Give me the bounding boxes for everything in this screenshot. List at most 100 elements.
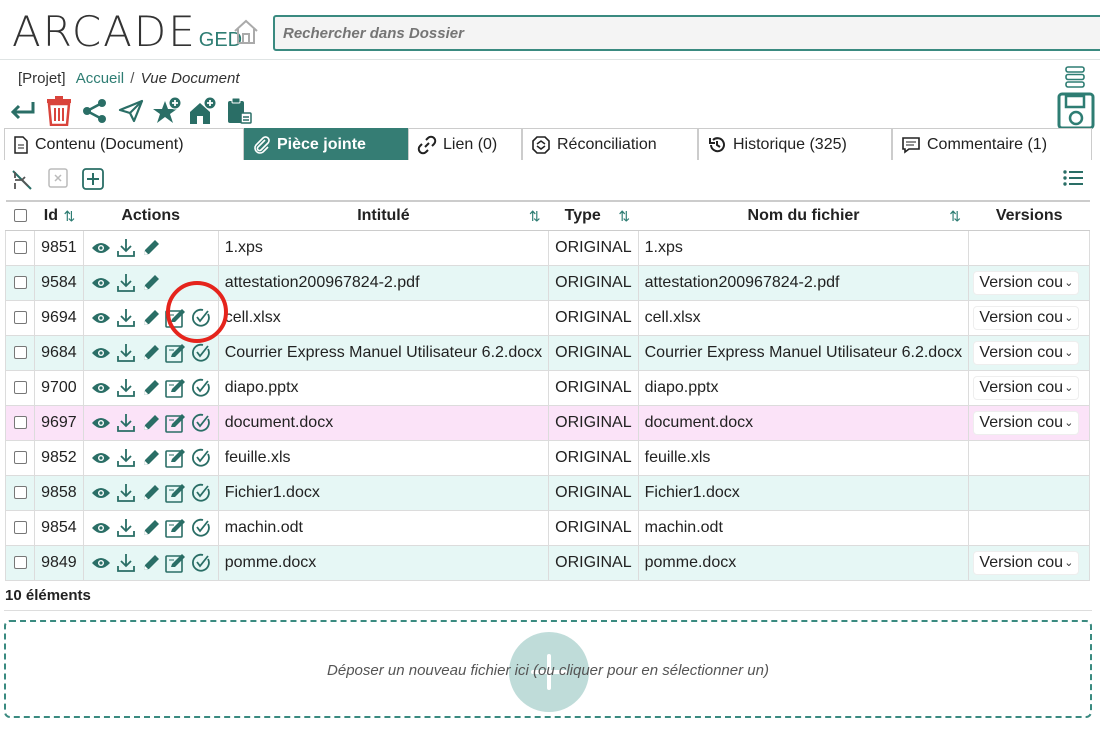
pencil-icon[interactable] <box>140 517 162 539</box>
back-icon[interactable] <box>8 96 38 126</box>
download-icon[interactable] <box>115 377 137 399</box>
pencil-icon[interactable] <box>140 552 162 574</box>
table-row[interactable]: 9851 1.xps ORIGINAL 1.xps <box>4 229 1090 266</box>
row-checkbox[interactable] <box>13 415 27 429</box>
download-icon[interactable] <box>115 237 137 259</box>
view-icon[interactable] <box>90 237 112 259</box>
sort-icon[interactable]: ⇅ <box>63 208 75 225</box>
table-row[interactable]: 9697 document.docx ORIGINAL document.docx Ve… <box>4 404 1090 441</box>
sort-icon[interactable]: ⇅ <box>618 208 630 225</box>
download-icon[interactable] <box>115 307 137 329</box>
tab-reconciliation[interactable]: Réconciliation <box>522 128 698 160</box>
table-row[interactable]: 9700 diapo.pptx ORIGINAL diapo.pptx Version … <box>4 369 1090 406</box>
view-icon[interactable] <box>90 482 112 504</box>
version-select[interactable]: Version cou ⌄ <box>973 270 1080 295</box>
version-select[interactable]: Version cou ⌄ <box>973 340 1080 365</box>
view-icon[interactable] <box>90 307 112 329</box>
add-icon[interactable] <box>82 168 104 190</box>
home-icon[interactable] <box>232 18 260 46</box>
table-row[interactable]: 9854 machin.odt ORIGINAL machin.odt <box>4 509 1090 546</box>
home-add-icon[interactable] <box>188 96 218 126</box>
row-checkbox[interactable] <box>13 520 27 534</box>
pencil-icon[interactable] <box>140 272 162 294</box>
row-checkbox[interactable] <box>13 380 27 394</box>
remove-icon[interactable] <box>48 168 68 188</box>
intitule-column-header[interactable]: Intitulé ⇅ <box>218 200 549 231</box>
edit-document-icon[interactable] <box>164 447 187 469</box>
pencil-icon[interactable] <box>140 377 162 399</box>
pencil-icon[interactable] <box>140 412 162 434</box>
send-icon[interactable] <box>116 96 146 126</box>
validate-icon[interactable] <box>190 447 212 469</box>
filename-column-header[interactable]: Nom du fichier ⇅ <box>638 200 969 231</box>
view-icon[interactable] <box>90 272 112 294</box>
app-logo[interactable]: ARCADE GED <box>12 8 242 54</box>
view-icon[interactable] <box>90 377 112 399</box>
edit-document-icon[interactable] <box>164 517 187 539</box>
version-select[interactable]: Version cou ⌄ <box>973 375 1080 400</box>
star-add-icon[interactable] <box>152 96 182 126</box>
download-icon[interactable] <box>115 447 137 469</box>
pencil-icon[interactable] <box>140 307 162 329</box>
validate-icon[interactable] <box>190 412 212 434</box>
view-icon[interactable] <box>90 517 112 539</box>
sort-icon[interactable]: ⇅ <box>949 208 961 225</box>
menu-list-icon[interactable] <box>1063 66 1087 88</box>
tab-commentaire[interactable]: Commentaire (1) <box>892 128 1092 160</box>
download-icon[interactable] <box>115 552 137 574</box>
download-icon[interactable] <box>115 412 137 434</box>
search-input[interactable] <box>273 15 1100 51</box>
edit-document-icon[interactable] <box>164 377 187 399</box>
edit-document-icon[interactable] <box>164 412 187 434</box>
table-row[interactable]: 9858 Fichier1.docx ORIGINAL Fichier1.docx <box>4 474 1090 511</box>
row-checkbox[interactable] <box>13 450 27 464</box>
edit-document-icon[interactable] <box>164 482 187 504</box>
list-view-icon[interactable] <box>1062 168 1084 188</box>
edit-document-icon[interactable] <box>164 552 187 574</box>
download-icon[interactable] <box>115 517 137 539</box>
row-checkbox[interactable] <box>13 345 27 359</box>
table-row[interactable]: 9852 feuille.xls ORIGINAL feuille.xls <box>4 439 1090 476</box>
row-checkbox[interactable] <box>13 275 27 289</box>
tab-lien[interactable]: Lien (0) <box>408 128 522 160</box>
tab-historique[interactable]: Historique (325) <box>698 128 892 160</box>
tab-piece-jointe[interactable]: Pièce jointe <box>244 128 408 160</box>
validate-icon[interactable] <box>190 517 212 539</box>
view-icon[interactable] <box>90 412 112 434</box>
sort-icon[interactable]: ⇅ <box>529 208 541 225</box>
row-checkbox[interactable] <box>13 240 27 254</box>
table-row[interactable]: 9849 pomme.docx ORIGINAL pomme.docx Version … <box>4 544 1090 581</box>
view-icon[interactable] <box>90 342 112 364</box>
pencil-icon[interactable] <box>140 482 162 504</box>
validate-icon[interactable] <box>190 377 212 399</box>
pencil-icon[interactable] <box>140 237 162 259</box>
download-icon[interactable] <box>115 482 137 504</box>
validate-icon[interactable] <box>190 482 212 504</box>
version-select[interactable]: Version cou ⌄ <box>973 305 1080 330</box>
version-select[interactable]: Version cou ⌄ <box>973 550 1080 575</box>
clipboard-icon[interactable] <box>224 96 254 126</box>
id-column-header[interactable]: Id ⇅ <box>34 200 84 231</box>
download-icon[interactable] <box>115 272 137 294</box>
row-checkbox[interactable] <box>13 310 27 324</box>
row-checkbox[interactable] <box>13 555 27 569</box>
validate-icon[interactable] <box>190 342 212 364</box>
validate-icon[interactable] <box>190 552 212 574</box>
pencil-icon[interactable] <box>140 447 162 469</box>
version-select[interactable]: Version cou ⌄ <box>973 410 1080 435</box>
unlink-icon[interactable] <box>10 168 34 192</box>
save-icon[interactable] <box>1057 92 1095 130</box>
tab-contenu[interactable]: Contenu (Document) <box>4 128 244 160</box>
edit-document-icon[interactable] <box>164 342 187 364</box>
view-icon[interactable] <box>90 552 112 574</box>
view-icon[interactable] <box>90 447 112 469</box>
row-checkbox[interactable] <box>13 485 27 499</box>
share-icon[interactable] <box>80 96 110 126</box>
file-dropzone[interactable]: Déposer un nouveau fichier ici (ou cliqu… <box>4 620 1092 718</box>
table-row[interactable]: 9684 Courrier Express Manuel Utilisateur … <box>4 334 1090 371</box>
pencil-icon[interactable] <box>140 342 162 364</box>
type-column-header[interactable]: Type ⇅ <box>548 200 639 231</box>
select-all-checkbox[interactable] <box>13 209 27 223</box>
download-icon[interactable] <box>115 342 137 364</box>
trash-icon[interactable] <box>44 96 74 126</box>
